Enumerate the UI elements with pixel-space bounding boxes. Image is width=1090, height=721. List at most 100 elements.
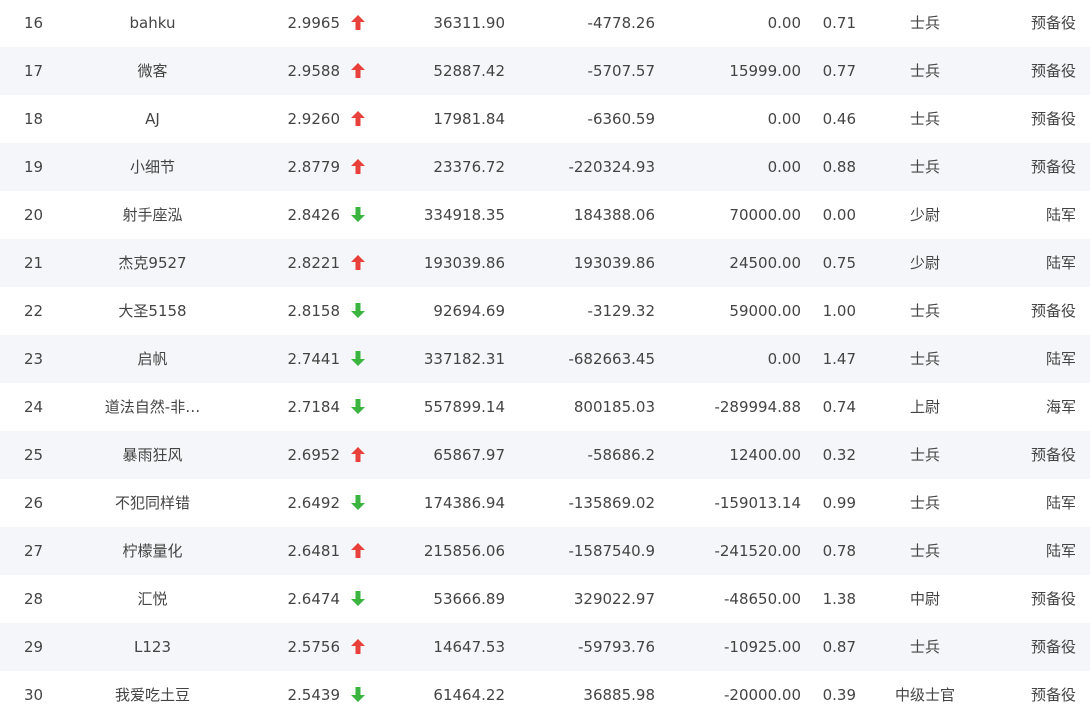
value-col-1: 23376.72	[433, 158, 505, 176]
branch-label: 陆军	[1045, 494, 1076, 512]
rank-cell: 25	[24, 446, 44, 464]
arrow-up-icon	[348, 623, 368, 671]
value-col-3: 24500.00	[729, 254, 801, 272]
rank-cell: 21	[24, 254, 44, 272]
value-col-3: 0.00	[767, 14, 801, 32]
value-col-2: 36885.98	[583, 686, 655, 704]
arrow-up-icon	[348, 143, 368, 191]
table-row[interactable]: 30 我爱吃土豆 2.5439 61464.22 36885.98 -20000.00 0.…	[0, 671, 1090, 719]
value-col-1: 334918.35	[423, 206, 505, 224]
value-col-2: -682663.45	[568, 350, 655, 368]
table-row[interactable]: 27 柠檬量化 2.6481 215856.06 -1587540.9 -241520.0…	[0, 527, 1090, 575]
value-col-1: 52887.42	[433, 62, 505, 80]
table-row[interactable]: 17 微客 2.9588 52887.42 -5707.57 15999.00 0.77 士兵…	[0, 47, 1090, 95]
branch-label: 陆军	[1045, 206, 1076, 224]
rank-cell: 28	[24, 590, 44, 608]
arrow-up-icon	[348, 431, 368, 479]
ratio-value: 0.99	[822, 494, 856, 512]
rank-cell: 19	[24, 158, 44, 176]
trader-name: 我爱吃土豆	[114, 686, 190, 704]
branch-label: 预备役	[1030, 686, 1076, 704]
ratio-value: 0.39	[822, 686, 856, 704]
value-col-2: -5707.57	[587, 62, 655, 80]
rank-cell: 23	[24, 350, 44, 368]
score-value: 2.5756	[287, 638, 341, 656]
table-row[interactable]: 24 道法自然-非… 2.7184 557899.14 800185.03 -289994…	[0, 383, 1090, 431]
branch-label: 预备役	[1030, 638, 1076, 656]
value-col-1: 65867.97	[433, 446, 505, 464]
ratio-value: 0.75	[822, 254, 856, 272]
rank-cell: 30	[24, 686, 44, 704]
rank-title: 上尉	[909, 398, 940, 416]
ratio-value: 0.32	[822, 446, 856, 464]
value-col-3: -20000.00	[724, 686, 801, 704]
rank-title: 少尉	[909, 206, 940, 224]
trader-name: 道法自然-非…	[104, 398, 201, 416]
value-col-1: 36311.90	[433, 14, 505, 32]
table-row[interactable]: 21 杰克9527 2.8221 193039.86 193039.86 24500.00…	[0, 239, 1090, 287]
arrow-down-icon	[348, 191, 368, 239]
branch-label: 预备役	[1030, 302, 1076, 320]
table-row[interactable]: 25 暴雨狂风 2.6952 65867.97 -58686.2 12400.00 0.32…	[0, 431, 1090, 479]
trader-name: 汇悦	[137, 590, 168, 608]
trader-name: 柠檬量化	[122, 542, 183, 560]
table-row[interactable]: 22 大圣5158 2.8158 92694.69 -3129.32 59000.00 1.…	[0, 287, 1090, 335]
table-row[interactable]: 26 不犯同样错 2.6492 174386.94 -135869.02 -159013.…	[0, 479, 1090, 527]
ratio-value: 1.38	[822, 590, 856, 608]
table-row[interactable]: 29 L123 2.5756 14647.53 -59793.76 -10925.00 0.…	[0, 623, 1090, 671]
table-row[interactable]: 16 bahku 2.9965 36311.90 -4778.26 0.00 0.71 士兵 预…	[0, 0, 1090, 47]
score-value: 2.7184	[287, 398, 341, 416]
branch-label: 预备役	[1030, 158, 1076, 176]
arrow-down-icon	[348, 479, 368, 527]
ratio-value: 0.46	[822, 110, 856, 128]
rank-cell: 17	[24, 62, 44, 80]
score-value: 2.9260	[287, 110, 341, 128]
value-col-1: 14647.53	[433, 638, 505, 656]
trader-name: 大圣5158	[118, 302, 187, 320]
score-value: 2.8426	[287, 206, 341, 224]
branch-label: 预备役	[1030, 590, 1076, 608]
rank-title: 中级士官	[894, 686, 955, 704]
value-col-1: 61464.22	[433, 686, 505, 704]
value-col-2: 193039.86	[573, 254, 655, 272]
value-col-1: 193039.86	[423, 254, 505, 272]
rank-cell: 29	[24, 638, 44, 656]
value-col-3: 70000.00	[729, 206, 801, 224]
trader-name: 射手座泓	[122, 206, 183, 224]
rank-cell: 26	[24, 494, 44, 512]
score-value: 2.7441	[287, 350, 341, 368]
trader-name: 小细节	[129, 158, 175, 176]
trader-name: 杰克9527	[118, 254, 187, 272]
score-value: 2.8221	[287, 254, 341, 272]
branch-label: 预备役	[1030, 14, 1076, 32]
ratio-value: 1.00	[822, 302, 856, 320]
ratio-value: 1.47	[822, 350, 856, 368]
rank-cell: 16	[24, 14, 44, 32]
rank-cell: 20	[24, 206, 44, 224]
value-col-3: 59000.00	[729, 302, 801, 320]
arrow-up-icon	[348, 527, 368, 575]
value-col-2: -59793.76	[578, 638, 655, 656]
rank-cell: 22	[24, 302, 44, 320]
arrow-down-icon	[348, 287, 368, 335]
ratio-value: 0.77	[822, 62, 856, 80]
table-row[interactable]: 23 启帆 2.7441 337182.31 -682663.45 0.00 1.47 士兵 陆…	[0, 335, 1090, 383]
score-value: 2.9588	[287, 62, 341, 80]
value-col-1: 215856.06	[423, 542, 505, 560]
rank-title: 士兵	[909, 638, 940, 656]
ratio-value: 0.00	[822, 206, 856, 224]
trader-name: 微客	[137, 62, 168, 80]
table-row[interactable]: 20 射手座泓 2.8426 334918.35 184388.06 70000.00 0.…	[0, 191, 1090, 239]
score-value: 2.5439	[287, 686, 341, 704]
arrow-up-icon	[348, 0, 368, 47]
value-col-2: -3129.32	[587, 302, 655, 320]
value-col-3: -10925.00	[724, 638, 801, 656]
value-col-2: -135869.02	[568, 494, 655, 512]
table-row[interactable]: 18 AJ 2.9260 17981.84 -6360.59 0.00 0.46 士兵 预备役	[0, 95, 1090, 143]
ratio-value: 0.88	[822, 158, 856, 176]
value-col-3: 0.00	[767, 110, 801, 128]
table-row[interactable]: 19 小细节 2.8779 23376.72 -220324.93 0.00 0.88 士兵 预…	[0, 143, 1090, 191]
rank-title: 少尉	[909, 254, 940, 272]
branch-label: 海军	[1045, 398, 1076, 416]
table-row[interactable]: 28 汇悦 2.6474 53666.89 329022.97 -48650.00 1.38…	[0, 575, 1090, 623]
